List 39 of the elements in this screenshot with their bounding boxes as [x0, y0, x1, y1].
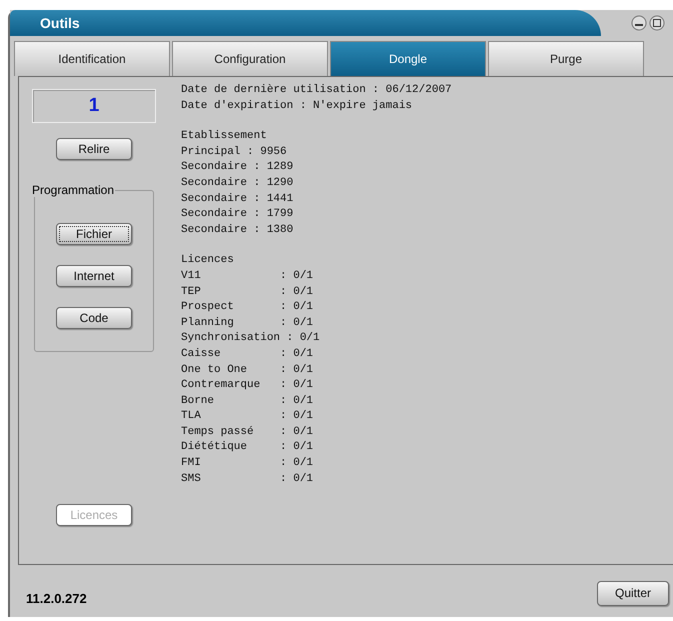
info-text: Planning : 0/1 [181, 316, 314, 331]
action-button[interactable]: Code [56, 307, 132, 329]
minimize-icon[interactable] [631, 15, 647, 31]
info-text: Licences [181, 253, 235, 268]
group-title: Programmation [31, 183, 116, 197]
action-button[interactable]: Internet [56, 265, 132, 287]
info-text: FMI : 0/1 [181, 456, 314, 472]
tab[interactable]: Purge [488, 41, 644, 76]
info-text: Contremarque : 0/1 [181, 378, 314, 394]
info-text: Synchronisation : 0/1 [181, 331, 321, 346]
info-text: V11 : 0/1 [181, 268, 314, 284]
info-text: Secondaire : 1289 [181, 160, 294, 176]
info-text: One to One : 0/1 [181, 362, 314, 378]
info-text: Secondaire : 1799 [181, 207, 294, 222]
info-text: Date de dernière utilisation : 06/12/2007 [181, 83, 452, 98]
tab[interactable]: Dongle [330, 41, 486, 76]
info-text: Temps passé : 0/1 [181, 424, 314, 440]
quit-button[interactable]: Quitter [597, 580, 669, 606]
info-text: TEP : 0/1 [181, 284, 314, 300]
info-text: Diététique : 0/1 [181, 440, 314, 456]
info-text: Principal : 9956 [181, 144, 288, 160]
info-text: Borne : 0/1 [181, 394, 314, 409]
info-text: Etablissement [181, 129, 268, 144]
info-text: Prospect : 0/1 [181, 300, 314, 316]
info-text: Date d'expiration : N'expire jamais [181, 98, 414, 114]
window-title: Outils [40, 15, 80, 31]
action-button[interactable]: Fichier [56, 223, 132, 245]
info-text: TLA : 0/1 [181, 409, 314, 424]
tab[interactable]: Configuration [172, 41, 328, 76]
tab[interactable]: Identification [14, 41, 170, 76]
maximize-icon[interactable] [649, 15, 665, 31]
info-text: Secondaire : 1380 [181, 222, 294, 238]
info-text: SMS : 0/1 [181, 472, 314, 487]
version-label: 11.2.0.272 [26, 590, 87, 606]
info-text: Secondaire : 1441 [181, 192, 294, 207]
info-text: Secondaire : 1290 [181, 176, 294, 191]
info-text: Caisse : 0/1 [181, 346, 314, 362]
counter-display: 1 [32, 89, 156, 123]
action-button[interactable]: Relire [56, 138, 132, 160]
